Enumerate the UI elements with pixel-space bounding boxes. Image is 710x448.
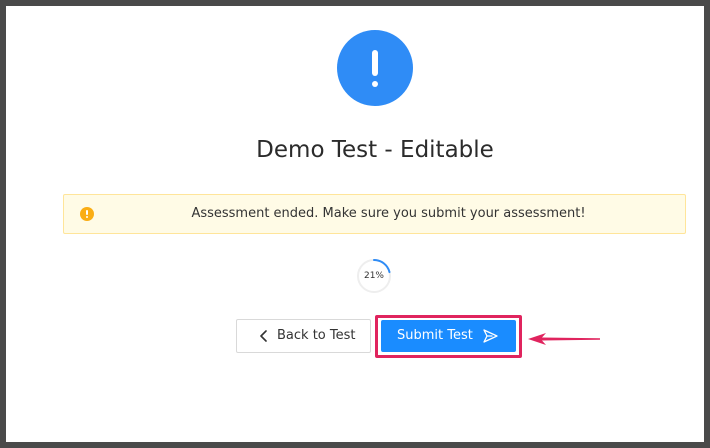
warning-banner: Assessment ended. Make sure you submit y… [63,194,686,234]
chevron-left-icon [260,330,267,342]
banner-message: Assessment ended. Make sure you submit y… [191,206,586,221]
submit-test-button[interactable]: Submit Test [381,320,516,352]
assessment-panel: Demo Test - Editable Assessment ended. M… [6,6,704,442]
arrow-left-icon [528,333,600,345]
page-title: Demo Test - Editable [256,137,494,163]
progress-label: 21% [363,271,384,281]
submit-button-label: Submit Test [397,328,473,343]
progress-indicator: 21% [356,258,392,294]
warning-icon [80,207,94,221]
back-button-label: Back to Test [277,328,356,343]
exclamation-icon [337,30,413,106]
send-icon [483,329,498,343]
back-to-test-button[interactable]: Back to Test [236,319,371,353]
